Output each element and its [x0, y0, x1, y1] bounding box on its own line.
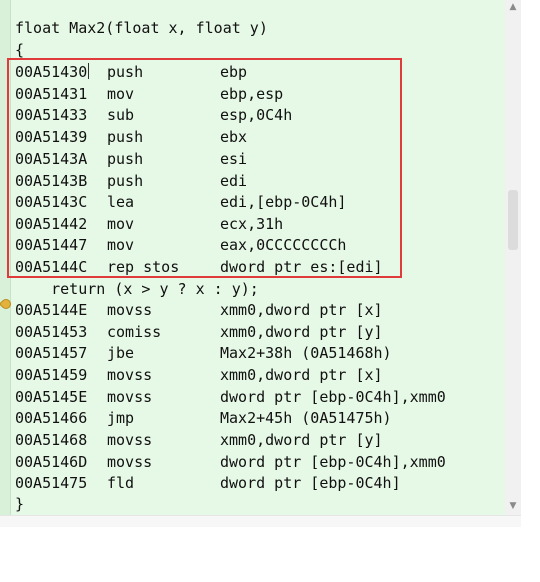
disasm-operands: xmm0,dword ptr [x]	[220, 301, 383, 319]
disasm-operands: dword ptr [ebp-0C4h]	[220, 474, 401, 492]
disasm-row[interactable]: 00A5143B push edi	[15, 170, 247, 192]
disasm-address: 00A5145E	[15, 388, 88, 406]
disasm-mnemonic: movss	[107, 301, 153, 319]
disasm-operands: ebp	[220, 63, 248, 81]
disassembly-view[interactable]: float Max2(float x, float y) { 00A51430 …	[0, 0, 505, 515]
disasm-address: 00A51468	[15, 431, 88, 449]
disasm-address: 00A51475	[15, 474, 88, 492]
disasm-row[interactable]: 00A5143A push esi	[15, 148, 247, 170]
disasm-row[interactable]: 00A51475 fld dword ptr [ebp-0C4h]	[15, 472, 401, 494]
disasm-mnemonic: push	[107, 128, 144, 146]
disasm-address: 00A51442	[15, 215, 88, 233]
disasm-mnemonic: movss	[107, 366, 153, 384]
disasm-mnemonic: mov	[107, 236, 135, 254]
disasm-address: 00A5143C	[15, 193, 88, 211]
scroll-down-icon[interactable]: ▼	[505, 499, 521, 513]
disasm-operands: Max2+38h (0A51468h)	[220, 344, 392, 362]
disasm-row[interactable]: 00A51447 mov eax,0CCCCCCCCh	[15, 234, 346, 256]
disasm-row[interactable]: 00A51459 movss xmm0,dword ptr [x]	[15, 364, 383, 386]
disasm-address: 00A51459	[15, 366, 88, 384]
disasm-row[interactable]: 00A51442 mov ecx,31h	[15, 213, 283, 235]
disasm-mnemonic: push	[107, 63, 144, 81]
disasm-mnemonic: lea	[107, 193, 135, 211]
disasm-operands: xmm0,dword ptr [x]	[220, 366, 383, 384]
disasm-address: 00A51457	[15, 344, 88, 362]
disasm-address: 00A51466	[15, 409, 88, 427]
disasm-address: 00A5143A	[15, 150, 88, 168]
disasm-mnemonic: comiss	[107, 323, 162, 341]
disasm-row[interactable]: 00A51457 jbe Max2+38h (0A51468h)	[15, 342, 392, 364]
disasm-mnemonic: movss	[107, 453, 153, 471]
disasm-operands: ebp,esp	[220, 85, 284, 103]
disasm-mnemonic: jbe	[107, 344, 135, 362]
disasm-row[interactable]: 00A51466 jmp Max2+45h (0A51475h)	[15, 407, 392, 429]
disasm-address: 00A51453	[15, 323, 88, 341]
disasm-mnemonic: movss	[107, 388, 153, 406]
disasm-row[interactable]: 00A51431 mov ebp,esp	[15, 83, 283, 105]
disasm-address: 00A51447	[15, 236, 88, 254]
disasm-mnemonic: push	[107, 150, 144, 168]
disasm-operands: Max2+45h (0A51475h)	[220, 409, 392, 427]
disasm-operands: ebx	[220, 128, 248, 146]
source-line-open-brace: {	[15, 41, 25, 59]
disasm-operands: dword ptr [ebp-0C4h],xmm0	[220, 388, 446, 406]
disasm-row[interactable]: 00A5143C lea edi,[ebp-0C4h]	[15, 191, 346, 213]
disasm-operands: dword ptr [ebp-0C4h],xmm0	[220, 453, 446, 471]
disasm-mnemonic: movss	[107, 431, 153, 449]
disasm-row[interactable]: 00A5146D movss dword ptr [ebp-0C4h],xmm0	[15, 451, 446, 473]
disasm-operands: xmm0,dword ptr [y]	[220, 431, 383, 449]
disasm-row[interactable]: 00A5144C rep stos dword ptr es:[edi]	[15, 256, 383, 278]
disasm-mnemonic: sub	[107, 106, 135, 124]
disasm-mnemonic: fld	[107, 474, 135, 492]
text-cursor	[88, 63, 89, 79]
disasm-operands: edi,[ebp-0C4h]	[220, 193, 347, 211]
source-line-return: return (x > y ? x : y);	[15, 280, 259, 298]
disasm-address: 00A51439	[15, 128, 88, 146]
disasm-address: 00A5146D	[15, 453, 88, 471]
disasm-operands: esp,0C4h	[220, 106, 293, 124]
disasm-operands: dword ptr es:[edi]	[220, 258, 383, 276]
breakpoint-gutter[interactable]	[0, 0, 11, 515]
disasm-mnemonic: push	[107, 172, 144, 190]
source-line-signature: float Max2(float x, float y)	[15, 19, 268, 37]
disasm-operands: esi	[220, 150, 248, 168]
disasm-row[interactable]: 00A51468 movss xmm0,dword ptr [y]	[15, 429, 383, 451]
disasm-address: 00A5144E	[15, 301, 88, 319]
disasm-address: 00A5143B	[15, 172, 88, 190]
disasm-address: 00A51431	[15, 85, 88, 103]
horizontal-scrollbar[interactable]	[0, 515, 521, 527]
disasm-mnemonic: mov	[107, 215, 135, 233]
disasm-operands: edi	[220, 172, 248, 190]
vertical-scrollbar[interactable]: ▲ ▼	[505, 0, 521, 515]
disasm-row[interactable]: 00A5144E movss xmm0,dword ptr [x]	[15, 299, 383, 321]
disasm-mnemonic: jmp	[107, 409, 135, 427]
disasm-row[interactable]: 00A51439 push ebx	[15, 126, 247, 148]
disasm-operands: ecx,31h	[220, 215, 284, 233]
disasm-address: 00A5144C	[15, 258, 88, 276]
scrollbar-thumb[interactable]	[508, 190, 518, 250]
scroll-up-icon[interactable]: ▲	[505, 0, 521, 14]
disasm-operands: eax,0CCCCCCCCh	[220, 236, 347, 254]
source-line-close-brace: }	[15, 495, 25, 513]
disasm-mnemonic: rep stos	[107, 258, 180, 276]
disasm-row[interactable]: 00A51430 push ebp	[15, 61, 247, 83]
disasm-row[interactable]: 00A5145E movss dword ptr [ebp-0C4h],xmm0	[15, 386, 446, 408]
disasm-row[interactable]: 00A51453 comiss xmm0,dword ptr [y]	[15, 321, 383, 343]
disasm-mnemonic: mov	[107, 85, 135, 103]
disasm-address: 00A51430	[15, 63, 88, 81]
disasm-operands: xmm0,dword ptr [y]	[220, 323, 383, 341]
disasm-address: 00A51433	[15, 106, 88, 124]
disasm-row[interactable]: 00A51433 sub esp,0C4h	[15, 104, 292, 126]
